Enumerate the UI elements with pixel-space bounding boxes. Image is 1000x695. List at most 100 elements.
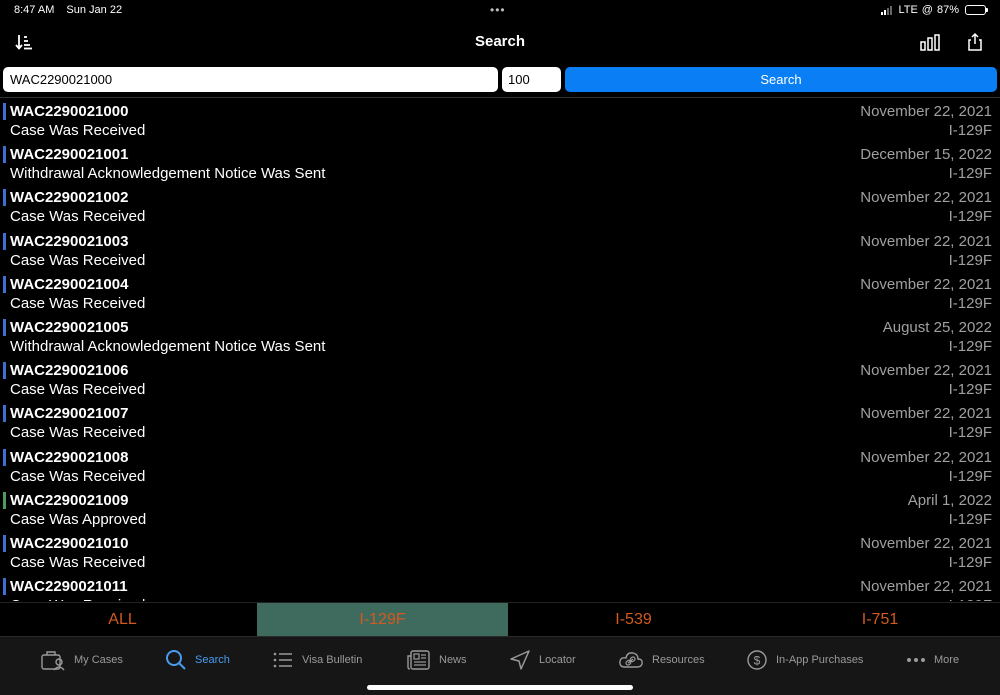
navigation-bar: Search xyxy=(0,22,1000,62)
status-color-bar xyxy=(3,189,6,207)
search-button[interactable]: Search xyxy=(565,67,997,92)
multitasking-dots-icon[interactable]: ••• xyxy=(490,3,506,17)
status-date: Sun Jan 22 xyxy=(66,4,123,16)
case-row[interactable]: WAC2290021011Case Was Received November 2… xyxy=(0,575,1000,601)
case-form-type: I-129F xyxy=(948,510,992,528)
case-number: WAC2290021000 xyxy=(10,103,129,120)
status-color-bar xyxy=(3,232,6,250)
svg-text:$: $ xyxy=(754,654,761,668)
case-form-type: I-129F xyxy=(948,467,992,485)
case-form-type: I-129F xyxy=(948,208,992,226)
list-icon xyxy=(272,650,294,670)
location-arrow-icon xyxy=(509,649,531,671)
tab-label: Visa Bulletin xyxy=(302,654,363,666)
tab-label: In-App Purchases xyxy=(776,654,864,666)
status-color-bar xyxy=(3,103,6,120)
ellipsis-icon xyxy=(906,657,926,663)
case-status: Case Was Received xyxy=(10,467,146,485)
case-status: Case Was Received xyxy=(10,294,146,312)
case-list[interactable]: WAC2290021000 Case Was Received November 2… xyxy=(0,100,1000,601)
case-date: November 22, 2021 xyxy=(860,275,992,293)
tab-my-cases[interactable]: My Cases xyxy=(40,649,123,671)
status-color-bar xyxy=(3,362,6,380)
my-cases-icon xyxy=(40,649,66,671)
case-date: November 22, 2021 xyxy=(860,534,992,552)
case-row[interactable]: WAC2290021007 Case Was Received November 2… xyxy=(0,402,1000,445)
case-form-type: I-129F xyxy=(948,381,992,399)
case-form-type: I-129F xyxy=(948,337,992,355)
battery-icon xyxy=(965,5,988,15)
case-row[interactable]: WAC2290021000 Case Was Received November 2… xyxy=(0,100,1000,143)
tab-label: More xyxy=(934,654,960,666)
home-indicator[interactable] xyxy=(367,685,633,690)
tab-locator[interactable]: Locator xyxy=(509,649,576,671)
status-color-bar xyxy=(3,275,6,293)
case-date: November 22, 2021 xyxy=(860,232,992,250)
tab-more[interactable]: More xyxy=(906,649,959,671)
filter-tab-i-539[interactable]: I-539 xyxy=(508,603,759,636)
status-color-bar xyxy=(3,146,6,164)
tab-label: News xyxy=(439,654,467,666)
case-row[interactable]: WAC2290021009 Case Was Approved April 1, 2… xyxy=(0,489,1000,532)
status-color-bar xyxy=(3,578,6,596)
case-row[interactable]: WAC2290021008 Case Was Received November 2… xyxy=(0,446,1000,489)
case-row[interactable]: WAC2290021005 Withdrawal Acknowledgement … xyxy=(0,316,1000,359)
filter-tab-i-751[interactable]: I-751 xyxy=(760,603,1000,636)
share-icon[interactable] xyxy=(965,32,987,52)
case-row[interactable]: WAC2290021006 Case Was Received November 2… xyxy=(0,359,1000,402)
case-number: WAC2290021011 xyxy=(10,578,128,596)
case-number: WAC2290021010 xyxy=(10,534,129,552)
status-color-bar xyxy=(3,405,6,423)
case-date: April 1, 2022 xyxy=(907,491,992,509)
case-number: WAC2290021009 xyxy=(10,491,129,509)
case-date: November 22, 2021 xyxy=(860,405,992,423)
case-form-type: I-129F xyxy=(948,251,992,269)
tab-resources[interactable]: Resources xyxy=(618,649,705,671)
case-date: December 15, 2022 xyxy=(860,146,992,164)
case-row[interactable]: WAC2290021002 Case Was Received November 2… xyxy=(0,186,1000,229)
case-number: WAC2290021005 xyxy=(10,318,129,336)
search-input[interactable] xyxy=(3,67,498,92)
battery-percent: 87% xyxy=(936,4,959,16)
case-status: Case Was Received xyxy=(10,424,146,442)
case-row[interactable]: WAC2290021001 Withdrawal Acknowledgement … xyxy=(0,143,1000,186)
case-form-type: I-129F xyxy=(948,553,992,571)
case-number: WAC2290021007 xyxy=(10,405,129,423)
case-status: Withdrawal Acknowledgement Notice Was Se… xyxy=(10,337,326,355)
case-status: Case Was Received xyxy=(10,553,146,571)
dollar-circle-icon: $ xyxy=(746,649,768,671)
case-row[interactable]: WAC2290021003 Case Was Received November 2… xyxy=(0,230,1000,273)
filter-tab-i-129f[interactable]: I-129F xyxy=(257,603,508,636)
case-row[interactable]: WAC2290021010 Case Was Received November 2… xyxy=(0,532,1000,575)
tab-label: Search xyxy=(195,654,230,666)
newspaper-icon xyxy=(407,649,431,671)
case-form-type: I-129F xyxy=(948,122,992,139)
tab-news[interactable]: News xyxy=(407,649,467,671)
status-color-bar xyxy=(3,448,6,466)
divider xyxy=(0,97,1000,98)
status-color-bar xyxy=(3,534,6,552)
case-date: November 22, 2021 xyxy=(860,578,992,596)
status-bar: 8:47 AM Sun Jan 22 ••• LTE @ 87% xyxy=(0,0,1000,22)
network-label: LTE xyxy=(898,4,918,16)
tab-search[interactable]: Search xyxy=(165,649,230,671)
status-color-bar xyxy=(3,491,6,509)
status-time: 8:47 AM xyxy=(14,4,55,16)
filter-tab-all[interactable]: ALL xyxy=(0,603,245,636)
case-form-type: I-129F xyxy=(948,424,992,442)
case-status: Withdrawal Acknowledgement Notice Was Se… xyxy=(10,165,326,183)
tab-in-app-purchases[interactable]: $ In-App Purchases xyxy=(746,649,863,671)
case-status: Case Was Approved xyxy=(10,510,147,528)
case-number: WAC2290021001 xyxy=(10,146,129,164)
case-status: Case Was Received xyxy=(10,122,146,139)
tab-label: Resources xyxy=(652,654,705,666)
tab-label: Locator xyxy=(539,654,576,666)
search-icon xyxy=(165,649,187,671)
case-row[interactable]: WAC2290021004 Case Was Received November 2… xyxy=(0,273,1000,316)
bar-chart-icon[interactable] xyxy=(919,32,941,52)
case-date: August 25, 2022 xyxy=(882,318,992,336)
case-number: WAC2290021004 xyxy=(10,275,129,293)
case-status: Case Was Received xyxy=(10,251,146,269)
tab-visa-bulletin[interactable]: Visa Bulletin xyxy=(272,649,362,671)
result-count-input[interactable] xyxy=(502,67,561,92)
